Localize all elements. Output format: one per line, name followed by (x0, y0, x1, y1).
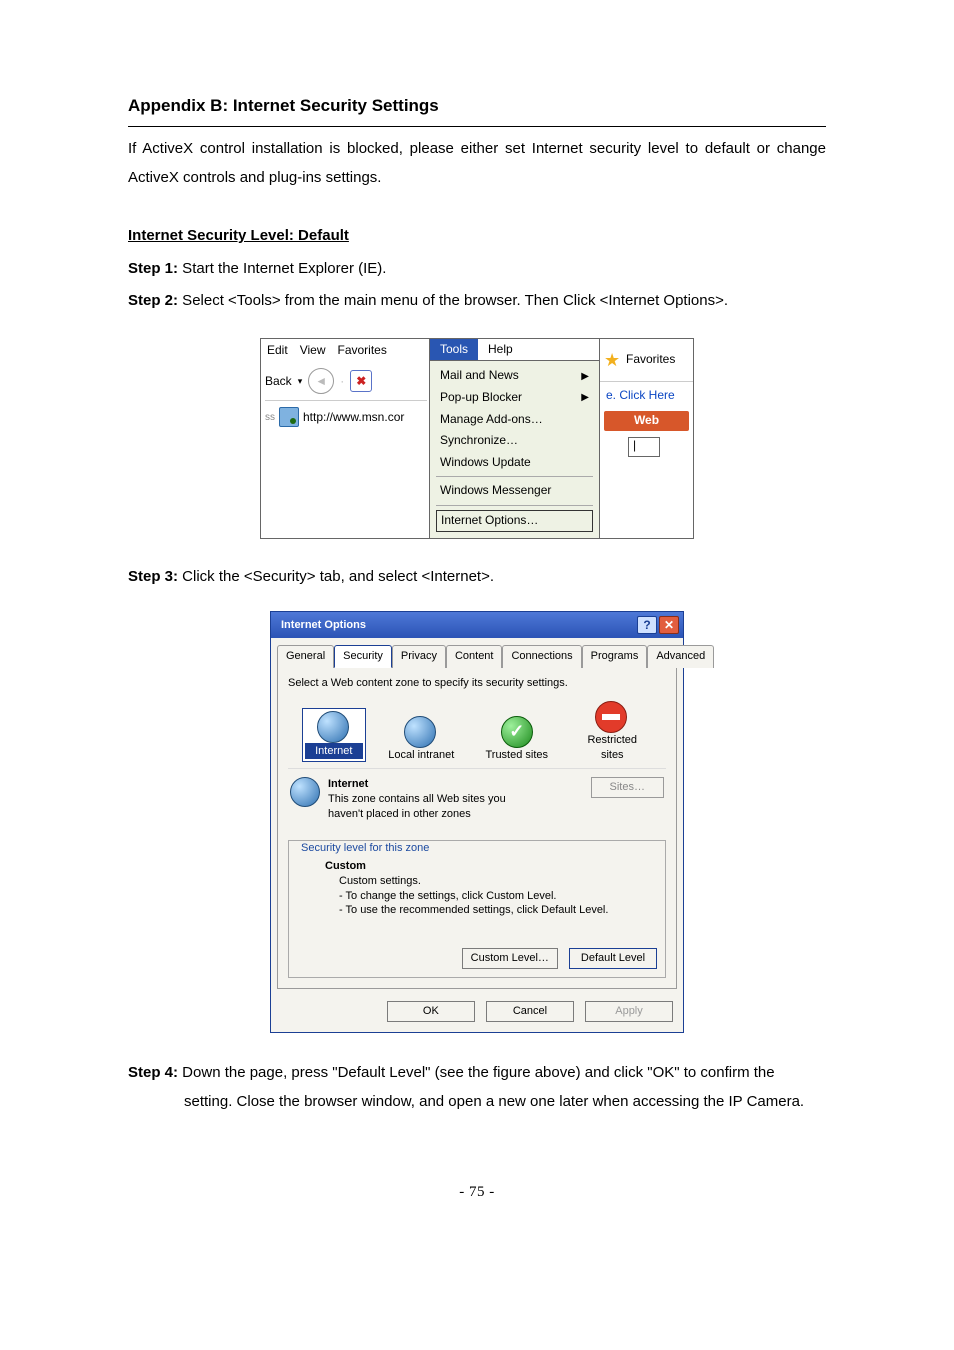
step-4-label: Step 4: (128, 1064, 178, 1081)
tab-programs[interactable]: Programs (582, 645, 648, 668)
apply-button[interactable]: Apply (585, 1001, 673, 1022)
step-4-text-cont: setting. Close the browser window, and o… (184, 1088, 826, 1117)
default-level-button[interactable]: Default Level (569, 948, 657, 969)
click-here-link[interactable]: e. Click Here (600, 381, 693, 410)
address-value[interactable]: http://www.msn.cor (303, 410, 404, 426)
caret-box[interactable] (628, 437, 660, 457)
figure-ie-tools-menu: Edit View Favorites Back ▾ ◄ · ✖ ss (260, 338, 694, 539)
dropdown-separator (436, 476, 593, 477)
figure-internet-options-dialog: Internet Options ? ✕ General Security Pr… (270, 611, 684, 1033)
dd-update-label: Windows Update (440, 455, 531, 471)
dd-internet-options[interactable]: Internet Options… (436, 510, 593, 532)
step-4: Step 4: Down the page, press "Default Le… (128, 1059, 826, 1116)
favorites-label[interactable]: Favorites (626, 352, 675, 368)
address-bar[interactable]: ss http://www.msn.cor (265, 400, 427, 427)
restricted-icon (595, 701, 627, 733)
tab-general[interactable]: General (277, 645, 334, 668)
dd-mail-and-news[interactable]: Mail and News ▶ (430, 365, 599, 387)
menu-view[interactable]: View (300, 343, 326, 359)
tab-security[interactable]: Security (334, 645, 392, 668)
custom-l1: Custom settings. (339, 874, 653, 889)
step-3: Step 3: Click the <Security> tab, and se… (128, 563, 826, 592)
step-1: Step 1: Start the Internet Explorer (IE)… (128, 255, 826, 284)
step-4-text-first: Down the page, press "Default Level" (se… (178, 1064, 775, 1081)
security-level-legend: Security level for this zone (297, 841, 433, 856)
step-2-label: Step 2: (128, 292, 178, 309)
zone-internet[interactable]: Internet (302, 708, 366, 763)
submenu-arrow-icon: ▶ (581, 370, 589, 383)
custom-level-button[interactable]: Custom Level… (462, 948, 558, 969)
section-heading: Internet Security Level: Default (128, 222, 349, 251)
step-2: Step 2: Select <Tools> from the main men… (128, 287, 826, 316)
titlebar-close-icon[interactable]: ✕ (659, 616, 679, 634)
step-3-label: Step 3: (128, 568, 178, 585)
globe-icon (404, 716, 436, 748)
titlebar-help-icon[interactable]: ? (637, 616, 657, 634)
web-badge: Web (604, 411, 689, 431)
tab-connections[interactable]: Connections (502, 645, 581, 668)
check-icon: ✓ (501, 716, 533, 748)
dialog-titlebar: Internet Options ? ✕ (271, 612, 683, 638)
favorites-star-icon[interactable]: ★ (604, 351, 622, 369)
custom-l2: - To change the settings, click Custom L… (339, 889, 653, 904)
back-label[interactable]: Back (265, 374, 292, 390)
sites-button[interactable]: Sites… (591, 777, 664, 798)
step-1-label: Step 1: (128, 260, 178, 277)
dd-popup-label: Pop-up Blocker (440, 390, 522, 406)
zone-trusted-sites[interactable]: ✓ Trusted sites (477, 716, 557, 763)
back-dropdown-icon[interactable]: ▾ (298, 376, 303, 388)
dd-mail-label: Mail and News (440, 368, 519, 384)
back-icon[interactable]: ◄ (308, 368, 334, 394)
ok-button[interactable]: OK (387, 1001, 475, 1022)
step-1-text: Start the Internet Explorer (IE). (178, 260, 386, 277)
dialog-title: Internet Options (281, 618, 366, 633)
title-rule (128, 126, 826, 127)
zone-desc-line2: haven't placed in other zones (290, 807, 664, 822)
zone-restricted-label: Restrictedsites (572, 733, 652, 763)
zone-local-intranet[interactable]: Local intranet (381, 716, 461, 763)
tab-advanced[interactable]: Advanced (647, 645, 714, 668)
zone-trusted-label: Trusted sites (477, 748, 557, 763)
dd-sync-label: Synchronize… (440, 433, 518, 449)
page-title: Appendix B: Internet Security Settings (128, 90, 826, 122)
dd-manage-addons[interactable]: Manage Add-ons… (430, 409, 599, 431)
tools-dropdown: Mail and News ▶ Pop-up Blocker ▶ Manage Ad… (430, 360, 599, 537)
globe-icon (317, 711, 349, 743)
step-3-text: Click the <Security> tab, and select <In… (178, 568, 494, 585)
tab-privacy[interactable]: Privacy (392, 645, 446, 668)
select-zone-text: Select a Web content zone to specify its… (288, 676, 666, 691)
dd-popup-blocker[interactable]: Pop-up Blocker ▶ (430, 387, 599, 409)
page-number: - 75 - (128, 1178, 826, 1207)
zone-local-label: Local intranet (381, 748, 461, 763)
dropdown-separator (436, 505, 593, 506)
custom-l3: - To use the recommended settings, click… (339, 903, 653, 918)
menu-favorites[interactable]: Favorites (337, 343, 386, 359)
dd-internet-options-label: Internet Options… (441, 513, 538, 527)
menu-tools[interactable]: Tools (430, 339, 478, 361)
menu-help[interactable]: Help (478, 339, 523, 361)
tab-strip: General Security Privacy Content Connect… (271, 638, 683, 667)
intro-paragraph: If ActiveX control installation is block… (128, 135, 826, 192)
submenu-arrow-icon: ▶ (581, 391, 589, 404)
stop-icon[interactable]: ✖ (350, 370, 372, 392)
zone-restricted-sites[interactable]: Restrictedsites (572, 701, 652, 763)
step-2-text: Select <Tools> from the main menu of the… (178, 292, 728, 309)
dd-addons-label: Manage Add-ons… (440, 412, 543, 428)
dd-windows-messenger[interactable]: Windows Messenger (430, 480, 599, 502)
tab-content[interactable]: Content (446, 645, 503, 668)
menu-edit[interactable]: Edit (267, 343, 288, 359)
page-icon (279, 407, 299, 427)
custom-head: Custom (325, 859, 653, 874)
dd-windows-update[interactable]: Windows Update (430, 452, 599, 474)
cancel-button[interactable]: Cancel (486, 1001, 574, 1022)
dd-messenger-label: Windows Messenger (440, 483, 551, 499)
dd-synchronize[interactable]: Synchronize… (430, 430, 599, 452)
zone-internet-label: Internet (305, 743, 363, 760)
